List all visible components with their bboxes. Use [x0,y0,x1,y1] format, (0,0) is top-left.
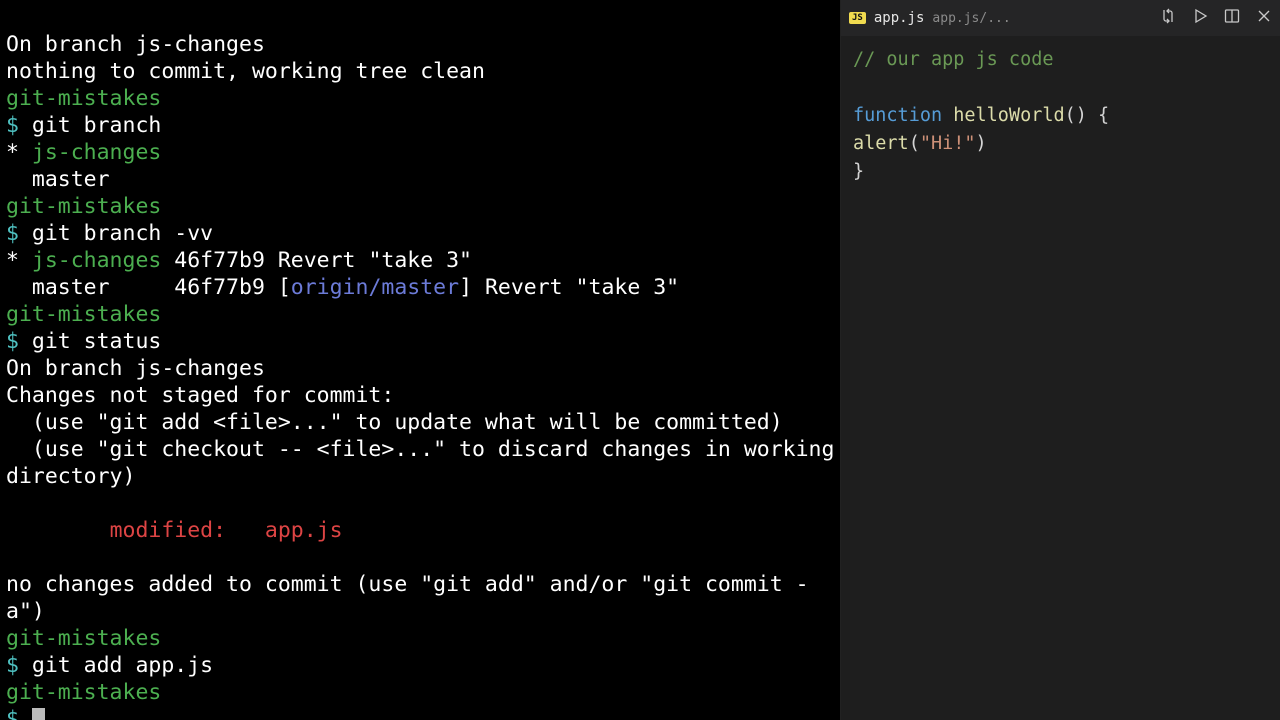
run-icon[interactable] [1192,8,1208,28]
code-signature: () { [1065,105,1110,126]
status-not-staged: Changes not staged for commit: [6,383,394,408]
prompt-symbol: $ [6,113,32,138]
vv-branch-master: master [32,275,110,300]
branch-current-marker: * [6,248,32,273]
code-keyword-function: function [853,105,942,126]
status-on-branch: On branch js-changes [6,356,265,381]
cmd-git-status: git status [32,329,161,354]
code-comment: // our app js code [853,49,1053,70]
vv-master-post: ] Revert "take 3" [459,275,679,300]
vv-current-rest: 46f77b9 Revert "take 3" [161,248,472,273]
tab-filename: app.js [874,10,925,26]
code-close-brace: } [853,161,864,182]
branch-current: js-changes [32,140,161,165]
code-paren-close: ) [976,133,987,154]
prompt-symbol: $ [6,707,32,720]
terminal-pane[interactable]: On branch js-changes nothing to commit, … [0,0,840,720]
code-call-alert: alert [853,133,909,154]
prompt-symbol: $ [6,221,32,246]
code-string: "Hi!" [920,133,976,154]
status-hint-add: (use "git add <file>..." to update what … [6,410,783,435]
path-label: git-mistakes [6,194,161,219]
branch-other-indent [6,167,32,192]
cmd-git-branch: git branch [32,113,161,138]
branch-other-indent [6,275,32,300]
path-label: git-mistakes [6,302,161,327]
split-editor-icon[interactable] [1224,8,1240,28]
vv-branch-current: js-changes [32,248,161,273]
path-label: git-mistakes [6,86,161,111]
editor-title-actions [1160,8,1272,28]
vv-master-pre: 46f77b9 [ [110,275,291,300]
blank-line [6,545,19,570]
terminal-cursor [32,708,45,720]
status-modified-label: modified: [110,518,265,543]
branch-current-marker: * [6,140,32,165]
cmd-git-branch-vv: git branch -vv [32,221,213,246]
compare-changes-icon[interactable] [1160,8,1176,28]
code-paren-open: ( [909,133,920,154]
cmd-git-add: git add app.js [32,653,213,678]
branch-other: master [32,167,110,192]
status-modified-file: app.js [265,518,343,543]
path-label: git-mistakes [6,626,161,651]
code-editor[interactable]: // our app js code function helloWorld()… [841,36,1280,720]
editor-tabbar: JS app.js app.js/... [841,0,1280,36]
blank-line [6,491,19,516]
status-hint-checkout: (use "git checkout -- <file>..." to disc… [6,437,840,489]
editor-tab[interactable]: JS app.js app.js/... [849,10,1011,26]
prompt-symbol: $ [6,329,32,354]
editor-pane: JS app.js app.js/... [840,0,1280,720]
js-file-icon: JS [849,12,866,24]
status-line: On branch js-changes [6,32,265,57]
prompt-symbol: $ [6,653,32,678]
path-label: git-mistakes [6,680,161,705]
code-function-name: helloWorld [942,105,1065,126]
vv-origin: origin/master [291,275,459,300]
status-clean: nothing to commit, working tree clean [6,59,485,84]
close-icon[interactable] [1256,8,1272,28]
status-no-changes: no changes added to commit (use "git add… [6,572,809,624]
tab-path: app.js/... [932,11,1010,26]
